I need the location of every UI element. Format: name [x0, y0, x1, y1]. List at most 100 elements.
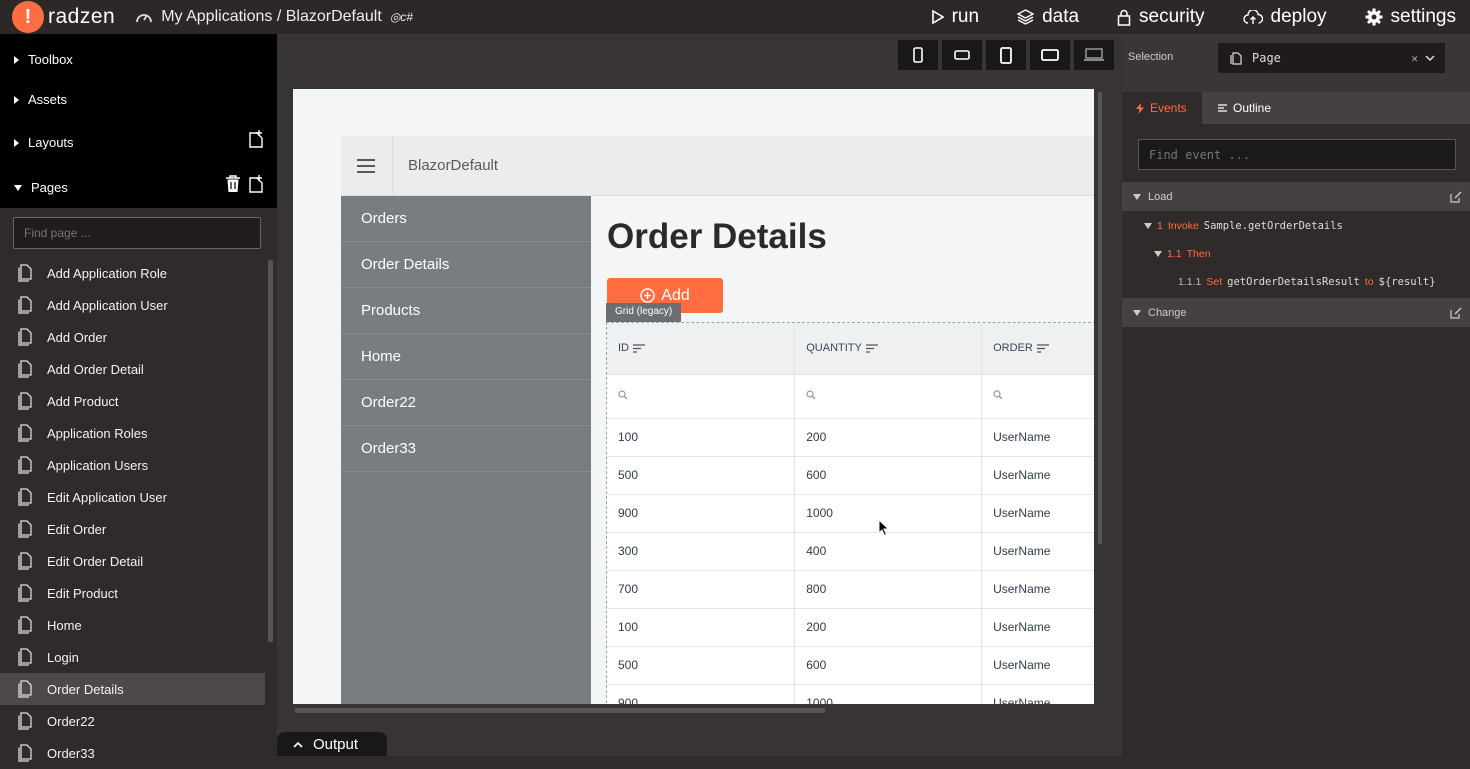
tablet-portrait-button[interactable] [986, 40, 1026, 70]
app-nav-item[interactable]: Home [341, 334, 591, 380]
table-cell: 600 [794, 456, 983, 495]
table-row[interactable]: 700 800 UserName [607, 570, 1094, 609]
tablet-landscape-button[interactable] [1030, 40, 1070, 70]
output-toggle[interactable]: Output [277, 732, 387, 756]
app-nav-item[interactable]: Products [341, 288, 591, 334]
column-header[interactable]: QUANTITY [794, 323, 983, 375]
event-change[interactable]: Change [1122, 298, 1470, 327]
find-event-input[interactable] [1138, 139, 1456, 170]
page-list-item[interactable]: Order22 [0, 705, 265, 737]
event-load[interactable]: Load [1122, 182, 1470, 211]
caret-down-icon [1133, 309, 1141, 316]
edit-icon[interactable] [1450, 191, 1462, 203]
dashboard-icon [136, 14, 153, 23]
sort-icon[interactable] [633, 344, 645, 353]
toolbox-section[interactable]: Toolbox [14, 52, 73, 67]
table-row[interactable]: 900 1000 UserName [607, 494, 1094, 533]
tab-events[interactable]: Events [1122, 92, 1202, 124]
event-action-then[interactable]: 1.1 Then [1154, 248, 1211, 260]
find-page-input[interactable] [13, 217, 261, 249]
table-row[interactable]: 500 600 UserName [607, 646, 1094, 685]
page-list-scrollbar[interactable] [268, 260, 273, 642]
app-nav-item[interactable]: Order Details [341, 242, 591, 288]
radzen-logo[interactable]: ! radzen [12, 1, 115, 33]
filter-cell[interactable] [794, 374, 983, 419]
event-action-set[interactable]: 1.1.1 Set getOrderDetailsResult to ${res… [1178, 276, 1436, 288]
pages-section[interactable]: Pages [14, 180, 68, 195]
page-list-item[interactable]: Application Users [0, 449, 265, 481]
design-canvas[interactable]: BlazorDefault Orders Order Details Product… [293, 89, 1094, 704]
page-list-item[interactable]: Add Application User [0, 289, 265, 321]
sort-icon[interactable] [1036, 344, 1049, 353]
event-action-invoke[interactable]: 1 Invoke Sample.getOrderDetails [1144, 220, 1343, 232]
page-list-item[interactable]: Edit Application User [0, 481, 265, 513]
phone-icon [913, 47, 923, 63]
add-page-icon[interactable] [248, 175, 264, 193]
data-button[interactable]: data [1017, 6, 1079, 28]
page-list: Add Application Role Add Application User… [0, 257, 265, 769]
canvas-horizontal-scrollbar[interactable] [295, 708, 825, 713]
page-list-item[interactable]: Add Product [0, 385, 265, 417]
page-list-item[interactable]: Order33 [0, 737, 265, 769]
page-icon [18, 648, 32, 666]
settings-button[interactable]: settings [1365, 6, 1456, 28]
table-cell: 500 [607, 456, 796, 495]
layers-icon [1017, 9, 1035, 25]
edit-icon[interactable] [1450, 307, 1462, 319]
deploy-button[interactable]: deploy [1242, 6, 1327, 28]
gear-icon [1365, 8, 1383, 26]
page-list-item[interactable]: Order Details [0, 673, 265, 705]
page-list-item[interactable]: Add Application Role [0, 257, 265, 289]
tab-outline[interactable]: Outline [1218, 92, 1271, 124]
table-cell: 800 [794, 570, 983, 609]
table-cell: UserName [981, 684, 1094, 704]
table-row[interactable]: 900 1000 UserName [607, 684, 1094, 704]
app-nav-item[interactable]: Order22 [341, 380, 591, 426]
page-list-item[interactable]: Add Order [0, 321, 265, 353]
table-row[interactable]: 100 200 UserName [607, 608, 1094, 647]
selection-dropdown[interactable]: Page ✕ [1218, 43, 1445, 73]
table-row[interactable]: 100 200 UserName [607, 418, 1094, 457]
desktop-button[interactable] [1074, 40, 1114, 70]
device-toolbar [898, 40, 1114, 70]
column-header[interactable]: ORDER [981, 323, 1094, 375]
breadcrumb[interactable]: My Applications / BlazorDefault ◎c# [135, 8, 413, 26]
filter-cell[interactable] [981, 374, 1094, 419]
table-row[interactable]: 300 400 UserName [607, 532, 1094, 571]
data-grid[interactable]: ID QUANTITY ORDER 100 200 UserName 500 600 User… [606, 322, 1094, 704]
sort-icon[interactable] [865, 344, 878, 353]
table-cell: UserName [981, 418, 1094, 457]
run-button[interactable]: run [931, 6, 979, 28]
assets-section[interactable]: Assets [14, 92, 67, 107]
page-list-item[interactable]: Login [0, 641, 265, 673]
filter-row [607, 374, 1094, 419]
app-nav-item[interactable]: Orders [341, 196, 591, 242]
column-header[interactable]: ID [607, 323, 796, 375]
security-button[interactable]: security [1117, 6, 1205, 28]
table-cell: 100 [607, 418, 796, 457]
table-row[interactable]: 500 600 UserName [607, 456, 1094, 495]
trash-icon[interactable] [225, 175, 241, 193]
table-cell: 700 [607, 570, 796, 609]
phone-portrait-button[interactable] [898, 40, 938, 70]
menu-icon[interactable] [357, 159, 375, 173]
page-icon [18, 328, 32, 346]
app-header: BlazorDefault [341, 136, 1094, 196]
search-icon [993, 390, 1003, 400]
page-list-item-label: Application Users [47, 457, 149, 473]
page-list-item[interactable]: Home [0, 609, 265, 641]
page-list-item[interactable]: Edit Order [0, 513, 265, 545]
app-nav-item[interactable]: Order33 [341, 426, 591, 472]
filter-cell[interactable] [607, 374, 796, 419]
page-list-item[interactable]: Application Roles [0, 417, 265, 449]
add-layout-icon[interactable] [248, 130, 264, 148]
phone-landscape-button[interactable] [942, 40, 982, 70]
clear-icon[interactable]: ✕ [1411, 52, 1418, 65]
page-list-item[interactable]: Add Order Detail [0, 353, 265, 385]
page-list-item[interactable]: Edit Order Detail [0, 545, 265, 577]
page-list-item[interactable]: Edit Product [0, 577, 265, 609]
layouts-section[interactable]: Layouts [14, 135, 74, 150]
page-icon [18, 424, 32, 442]
canvas-vertical-scrollbar[interactable] [1098, 92, 1102, 544]
page-icon [18, 520, 32, 538]
